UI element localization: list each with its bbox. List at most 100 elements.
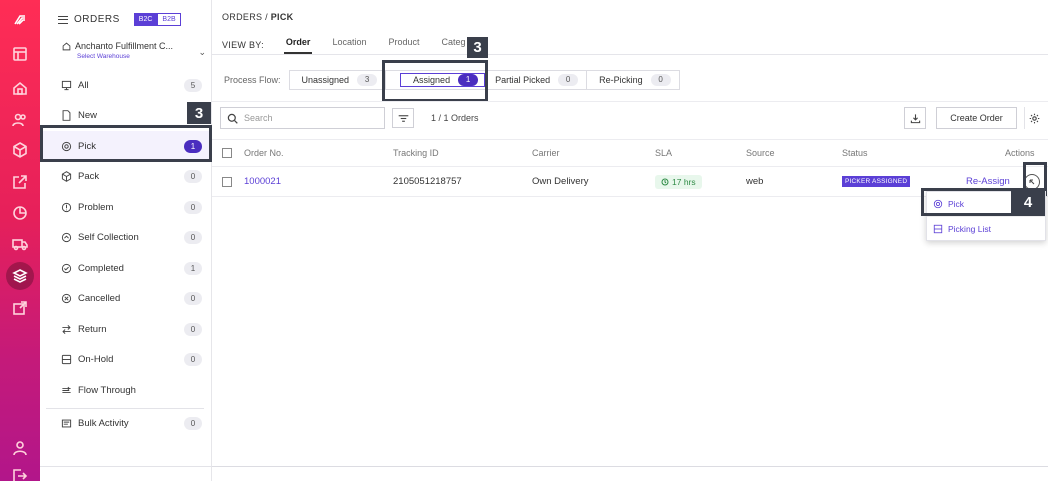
step-label: Unassigned xyxy=(301,75,350,85)
highlight-assigned-step xyxy=(382,60,488,102)
header-tracking-id[interactable]: Tracking ID xyxy=(393,140,439,166)
step-partial-picked[interactable]: Partial Picked 0 xyxy=(485,71,588,89)
external-link-icon[interactable] xyxy=(10,298,30,318)
header-sla[interactable]: SLA xyxy=(655,140,672,166)
b2b-toggle[interactable]: B2B xyxy=(157,13,181,26)
step-count: 3 xyxy=(357,74,378,86)
sidebar-item-self-collection[interactable]: Self Collection 0 xyxy=(40,223,212,254)
x-circle-icon xyxy=(60,293,72,305)
create-order-button[interactable]: Create Order xyxy=(936,107,1017,129)
breadcrumb-current: PICK xyxy=(270,12,294,22)
order-count: 1 / 1 Orders xyxy=(431,113,479,123)
step-unassigned[interactable]: Unassigned 3 xyxy=(290,71,387,89)
warehouse-sub: Select Warehouse xyxy=(77,53,130,60)
settings-button[interactable] xyxy=(1024,107,1044,129)
tracking-id: 2105051218757 xyxy=(393,176,462,187)
chevron-down-icon[interactable]: ⌄ xyxy=(198,47,206,58)
row-checkbox[interactable] xyxy=(222,176,232,187)
callout-badge-process: 3 xyxy=(467,37,488,58)
order-number-link[interactable]: 1000021 xyxy=(244,167,281,196)
step-label: Partial Picked xyxy=(495,75,551,85)
header-status[interactable]: Status xyxy=(842,140,868,166)
box-icon xyxy=(60,171,72,183)
search-input[interactable] xyxy=(244,113,374,123)
check-circle-icon xyxy=(60,262,72,274)
sidebar-item-problem[interactable]: Problem 0 xyxy=(40,192,212,223)
menu-item-picking-list[interactable]: Picking List xyxy=(927,216,1045,240)
sidebar-item-label: Cancelled xyxy=(78,293,121,305)
filter-button[interactable] xyxy=(392,108,414,128)
sidebar-item-label: All xyxy=(78,79,89,91)
status-cell: PICKER ASSIGNED xyxy=(842,167,911,196)
sidebar-item-count: 0 xyxy=(184,170,202,184)
carrier: Own Delivery xyxy=(532,176,589,187)
sidebar-item-flow-through[interactable]: Flow Through xyxy=(40,375,212,406)
tab-product[interactable]: Product xyxy=(388,37,419,53)
sidebar-item-count: 0 xyxy=(184,353,202,367)
sidebar-item-label: New xyxy=(78,110,98,122)
view-by-label: VIEW BY: xyxy=(222,40,264,50)
chart-pie-icon[interactable] xyxy=(10,203,30,223)
sidebar-item-label: Problem xyxy=(78,201,114,213)
tab-category[interactable]: Categ xyxy=(442,37,466,53)
process-flow-label: Process Flow: xyxy=(224,75,281,85)
sidebar-bottom-divider xyxy=(40,466,212,467)
download-icon xyxy=(910,113,920,123)
header-source[interactable]: Source xyxy=(746,140,775,166)
dashboard-icon[interactable] xyxy=(10,44,30,64)
breadcrumb-root[interactable]: ORDERS xyxy=(222,12,262,22)
tab-location[interactable]: Location xyxy=(332,37,366,53)
warehouse-selector[interactable]: Anchanto Fulfillment C... Select Warehou… xyxy=(62,41,206,60)
header-carrier[interactable]: Carrier xyxy=(532,140,560,166)
header-order-no[interactable]: Order No. xyxy=(244,140,284,166)
source: web xyxy=(746,176,764,187)
row-select-cell[interactable] xyxy=(222,167,232,196)
main-panel: ORDERS / PICK VIEW BY: Order Location Pr… xyxy=(212,0,1048,481)
breadcrumb: ORDERS / PICK xyxy=(222,12,293,22)
sidebar-item-label: Return xyxy=(78,323,107,335)
truck-icon[interactable] xyxy=(10,234,30,254)
table-header: Order No. Tracking ID Carrier SLA Source… xyxy=(212,139,1048,167)
sidebar-item-all[interactable]: All 5 xyxy=(40,70,212,101)
select-all-checkbox[interactable] xyxy=(222,148,232,158)
sidebar-item-label: Flow Through xyxy=(78,384,136,396)
sidebar-item-count: 0 xyxy=(184,231,202,245)
sidebar-item-pack[interactable]: Pack 0 xyxy=(40,162,212,193)
brand-logo-icon[interactable] xyxy=(10,10,30,30)
step-count: 0 xyxy=(558,74,579,86)
layers-icon[interactable] xyxy=(6,262,34,290)
bottom-divider xyxy=(212,466,1048,467)
clock-icon xyxy=(661,178,669,185)
step-re-picking[interactable]: Re-Picking 0 xyxy=(587,71,679,89)
sidebar-title: ORDERS xyxy=(74,14,120,25)
menu-icon[interactable] xyxy=(58,15,68,24)
step-label: Re-Picking xyxy=(599,75,643,85)
edit-icon[interactable] xyxy=(10,172,30,192)
sidebar-item-count: 5 xyxy=(184,78,202,92)
users-icon[interactable] xyxy=(10,110,30,130)
user-profile-icon[interactable] xyxy=(10,438,30,458)
sidebar-item-cancelled[interactable]: Cancelled 0 xyxy=(40,284,212,315)
search-icon xyxy=(227,113,238,124)
home-icon[interactable] xyxy=(10,78,30,98)
select-all-cell[interactable] xyxy=(222,140,232,166)
sidebar-item-label: Bulk Activity xyxy=(78,418,129,430)
cube-icon[interactable] xyxy=(10,140,30,160)
sidebar-item-label: Pack xyxy=(78,171,100,183)
flow-icon xyxy=(60,384,72,396)
gear-icon xyxy=(1029,113,1040,123)
sidebar-item-return[interactable]: Return 0 xyxy=(40,314,212,345)
search-box[interactable] xyxy=(220,107,385,129)
b2c-toggle[interactable]: B2C xyxy=(133,13,158,26)
monitor-icon xyxy=(60,79,72,91)
download-button[interactable] xyxy=(904,107,926,129)
alert-icon xyxy=(60,201,72,213)
logout-icon[interactable] xyxy=(10,466,30,481)
warehouse-icon xyxy=(62,42,71,50)
tab-order[interactable]: Order xyxy=(283,37,312,54)
return-icon xyxy=(60,323,72,335)
callout-badge-sidebar: 3 xyxy=(187,102,211,124)
sidebar-item-completed[interactable]: Completed 1 xyxy=(40,253,212,284)
sidebar-item-on-hold[interactable]: On-Hold 0 xyxy=(40,345,212,376)
sidebar-item-bulk-activity[interactable]: Bulk Activity 0 xyxy=(40,409,212,440)
